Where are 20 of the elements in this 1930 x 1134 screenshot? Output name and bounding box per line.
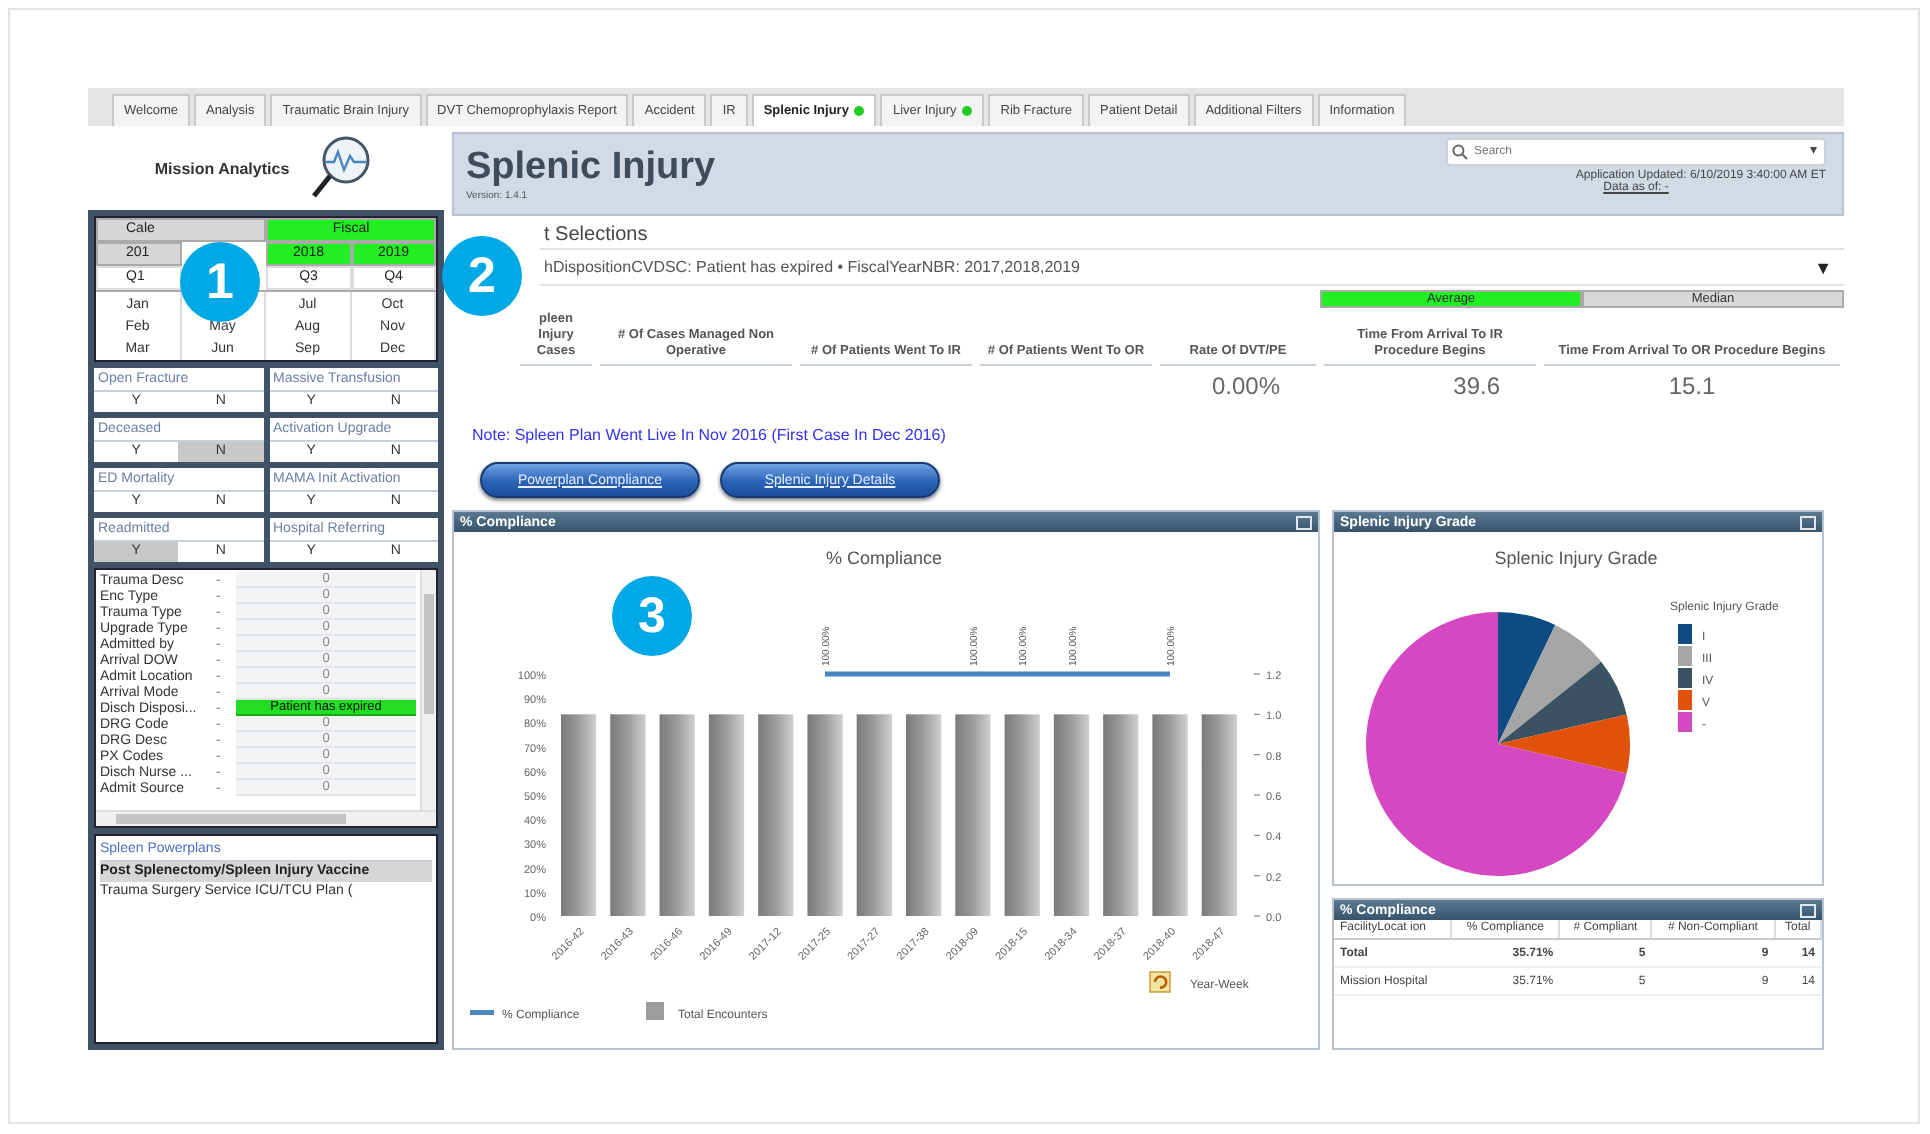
restore-icon[interactable] [1296, 515, 1312, 529]
chart-title: % Compliance [825, 548, 943, 568]
selections-field[interactable]: hDispositionCVDSC: Patient has expired • FiscalYearNBR: 2017,2018,2019 ▼ [540, 248, 1844, 286]
logo-text: Mission Analytics [154, 159, 290, 177]
caret-icon: ▼ [1814, 257, 1832, 277]
restore-icon[interactable] [1800, 903, 1816, 917]
kpi-value: 0.00% [1209, 370, 1282, 400]
chart-title: Splenic Injury Grade [1494, 548, 1658, 568]
restore-icon[interactable] [1800, 515, 1816, 529]
scrollbar[interactable] [96, 810, 436, 826]
cycle-icon[interactable] [1149, 971, 1171, 993]
kpi-value: 15.1 [1666, 370, 1718, 400]
selection-text: hDispositionCVDSC: Patient has expired • FiscalYearNBR: 2017,2018,2019 [544, 258, 1080, 276]
page-title: Splenic Injury [466, 146, 716, 190]
search-icon [1452, 144, 1468, 160]
note-text: Note: Spleen Plan Went Live In Nov 2016 (First Case In Dec 2016) [472, 426, 948, 446]
scrollbar[interactable] [420, 570, 436, 810]
section-title: t Selections [542, 222, 650, 248]
step-badge: 2 [442, 236, 522, 316]
kpi-value: 39.6 [1451, 370, 1502, 400]
